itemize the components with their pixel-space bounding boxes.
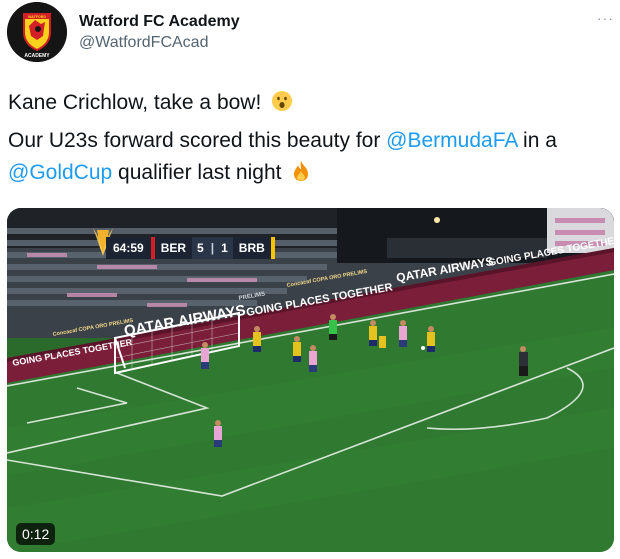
display-name[interactable]: Watford FC Academy	[79, 13, 240, 31]
tweet-text: Kane Crichlow, take a bow!	[8, 91, 262, 114]
avatar-bottom-text: ACADEMY	[24, 53, 50, 59]
tweet-text: qualifier last night	[112, 161, 282, 184]
user-handle[interactable]: @WatfordFCAcad	[79, 34, 208, 52]
tweet-text: Our U23s forward scored this beauty for	[8, 129, 387, 152]
barbados-color-strip	[270, 237, 275, 259]
mention-link[interactable]: @GoldCup	[8, 161, 112, 184]
surprised-face-emoji-icon	[271, 90, 293, 120]
video-player[interactable]: QATAR AIRWAYS GOING PLACES TOGETHER QATA…	[7, 208, 614, 552]
away-score: 1	[216, 237, 233, 259]
home-score: 5	[192, 237, 209, 259]
fire-emoji-icon	[291, 160, 311, 190]
away-team: BRB	[232, 237, 271, 259]
match-clock: 64:59	[106, 237, 151, 259]
avatar[interactable]: WATFORD ACADEMY	[7, 2, 67, 62]
tweet-line-2: Our U23s forward scored this beauty for …	[8, 127, 608, 155]
video-frame: QATAR AIRWAYS GOING PLACES TOGETHER QATA…	[7, 208, 614, 552]
tweet-text: in a	[517, 129, 557, 152]
avatar-top-text: WATFORD	[28, 15, 46, 19]
video-duration-badge: 0:12	[16, 523, 56, 545]
more-options-icon[interactable]: ···	[597, 10, 614, 26]
watford-crest-icon: WATFORD ACADEMY	[7, 2, 67, 62]
tweet-line-1: Kane Crichlow, take a bow!	[8, 89, 608, 120]
scorebug: 64:59 BER 5 | 1 BRB	[106, 237, 275, 259]
tweet-line-3: @GoldCup qualifier last night	[8, 159, 608, 190]
mention-link[interactable]: @BermudaFA	[386, 129, 517, 152]
tweet-card: WATFORD ACADEMY Watford FC Academy @Watf…	[0, 0, 620, 559]
home-team: BER	[154, 237, 193, 259]
score-separator: |	[208, 237, 217, 259]
